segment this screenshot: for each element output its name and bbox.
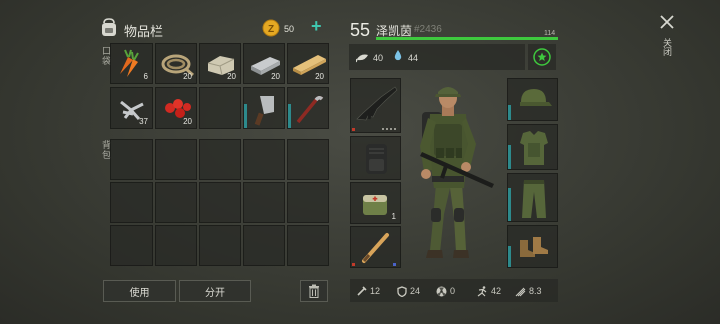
condition-dot xyxy=(352,128,355,131)
backpack-slot[interactable] xyxy=(243,225,285,266)
close-label: 关闭 xyxy=(662,38,672,56)
health-bar-track xyxy=(376,37,558,40)
equip-slot-body[interactable] xyxy=(507,124,558,170)
pocket-slot-crowbar[interactable] xyxy=(287,87,329,129)
equip-slot-feet[interactable] xyxy=(507,225,558,268)
body-armor-icon xyxy=(520,131,548,165)
pocket-slot-empty[interactable] xyxy=(199,87,241,129)
character-model xyxy=(406,84,502,273)
item-count: 20 xyxy=(227,72,236,81)
inventory-title: 物品栏 xyxy=(124,24,164,39)
coin-count: 50 xyxy=(284,24,295,34)
backpack-slot[interactable] xyxy=(155,225,197,266)
stat-attack: 12 xyxy=(357,282,380,300)
star-badge-icon xyxy=(533,48,551,66)
backpack-slot[interactable] xyxy=(110,139,153,180)
equip-slot-primary-weapon[interactable] xyxy=(350,78,401,133)
coin-icon: Z xyxy=(262,19,280,42)
equip-slot-head[interactable] xyxy=(507,78,558,121)
durability-dots xyxy=(382,128,396,130)
pocket-slot-rope[interactable]: 20 xyxy=(155,43,197,84)
backpack-slot[interactable] xyxy=(199,139,241,180)
pocket-slot-stone[interactable]: 20 xyxy=(199,43,241,84)
equip-slot-legs[interactable] xyxy=(507,173,558,222)
hp-value: 114 xyxy=(544,30,556,37)
backpack-slot[interactable] xyxy=(110,182,153,223)
stealth-icon xyxy=(515,287,526,296)
boots-icon xyxy=(520,237,548,257)
backpack-slot[interactable] xyxy=(287,182,329,223)
attack-icon xyxy=(357,286,367,296)
food-icon xyxy=(355,50,370,68)
item-count: 37 xyxy=(139,117,148,126)
status-effects-button[interactable] xyxy=(528,44,556,70)
add-coins-button[interactable]: + xyxy=(311,16,322,37)
water-value: 44 xyxy=(408,53,419,63)
stat-stealth-value: 8.3 xyxy=(529,286,542,296)
backpack-slot[interactable] xyxy=(199,225,241,266)
equip-slot-backpack[interactable] xyxy=(350,136,401,180)
backpack-slot[interactable] xyxy=(287,225,329,266)
stat-radiation-value: 0 xyxy=(450,286,456,296)
pocket-slot-cleaver[interactable] xyxy=(243,87,285,129)
close-icon xyxy=(660,15,674,29)
stat-radiation: 0 xyxy=(436,282,455,300)
stat-stealth: 8.3 xyxy=(515,282,542,300)
backpack-slot[interactable] xyxy=(243,139,285,180)
backpack-slot[interactable] xyxy=(243,182,285,223)
player-level: 55 xyxy=(350,20,371,40)
stat-attack-value: 12 xyxy=(370,286,381,296)
stat-speed: 42 xyxy=(476,282,501,300)
backpack-slot[interactable] xyxy=(199,182,241,223)
backpack-slot[interactable] xyxy=(155,139,197,180)
pocket-slot-iron-bar[interactable]: 20 xyxy=(243,43,285,84)
backpack-slot[interactable] xyxy=(110,225,153,266)
use-button[interactable]: 使用 xyxy=(103,280,176,302)
svg-text:Z: Z xyxy=(268,24,274,35)
equip-slot-medkit[interactable]: 1 xyxy=(350,182,401,224)
camo-pants-icon xyxy=(522,180,546,218)
backpack-slot[interactable] xyxy=(287,139,329,180)
pocket-slot-berries[interactable]: 20 xyxy=(155,87,197,129)
item-count: 20 xyxy=(271,72,280,81)
item-count: 20 xyxy=(315,72,324,81)
split-button[interactable]: 分开 xyxy=(179,280,251,302)
item-count: 20 xyxy=(183,72,192,81)
condition-dot xyxy=(352,263,355,266)
item-count: 1 xyxy=(391,212,396,221)
food-value: 40 xyxy=(373,53,384,63)
water-icon xyxy=(393,49,403,67)
running-icon xyxy=(477,285,487,296)
trash-button[interactable] xyxy=(300,280,328,302)
stat-defense: 24 xyxy=(397,282,420,300)
pocket-slot-carrots[interactable]: 6 xyxy=(110,43,153,84)
quality-dot xyxy=(393,263,396,266)
crowbar-icon xyxy=(296,95,324,124)
shield-icon xyxy=(397,285,407,297)
tactical-backpack-icon xyxy=(366,144,387,174)
item-count: 6 xyxy=(143,72,148,81)
radiation-icon xyxy=(436,286,447,296)
military-cap-icon xyxy=(520,89,552,106)
cleaver-icon xyxy=(254,96,274,126)
stat-defense-value: 24 xyxy=(410,286,421,296)
pocket-slot-wood-plank[interactable]: 20 xyxy=(287,43,329,84)
pocket-slot-scrap-metal[interactable]: 37 xyxy=(110,87,153,129)
close-button[interactable]: 关闭 xyxy=(656,14,678,64)
backpack-slot[interactable] xyxy=(155,182,197,223)
item-count: 20 xyxy=(183,117,192,126)
stat-speed-value: 42 xyxy=(491,286,502,296)
equip-slot-melee-weapon[interactable] xyxy=(350,226,401,268)
assault-rifle-icon xyxy=(356,86,398,121)
player-id: #2436 xyxy=(414,24,442,35)
health-bar-fill xyxy=(376,37,558,40)
backpack-icon xyxy=(98,16,120,43)
trash-icon xyxy=(309,284,319,298)
